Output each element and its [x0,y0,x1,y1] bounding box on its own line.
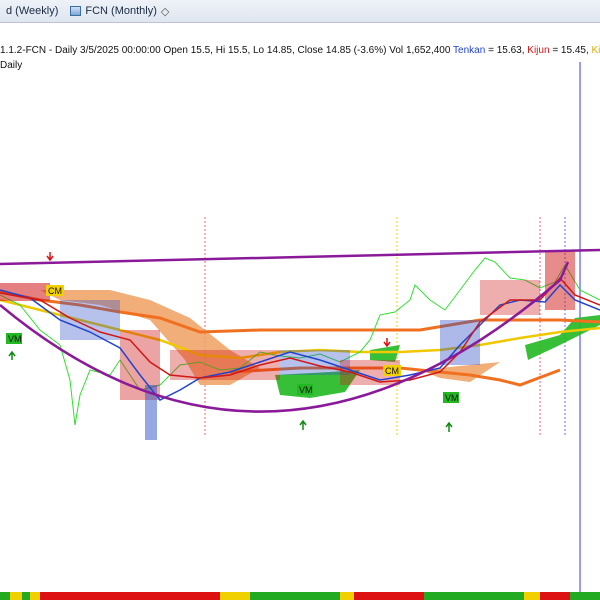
buy-arrow-icon [445,421,453,432]
low-value: 14.85 [266,45,292,56]
tab-bar: d (Weekly) FCN (Monthly) ◇ [0,0,600,23]
open-label: Open [163,45,188,56]
trend-color-strip [0,592,600,600]
close-label: Close [297,45,324,56]
color-strip-segment [0,592,10,600]
vol-label: Vol [389,45,404,56]
color-strip-segment [40,592,220,600]
datetime: 3/5/2025 00:00:00 [80,45,161,56]
color-strip-segment [250,592,340,600]
series-id: 1.1.2-FCN [0,45,47,56]
color-strip-segment [30,592,40,600]
high-value: 15.5 [227,45,248,56]
tenkan-label: Tenkan [453,45,486,56]
sell-arrow-icon [46,252,54,262]
cm-marker-label: CM [385,366,399,376]
color-strip-segment [540,592,570,600]
buy-arrow-icon [299,419,307,430]
tab-weekly[interactable]: d (Weekly) [0,0,64,22]
kijun-label: Kijun [527,45,550,56]
vm-marker-label: VM [299,385,313,395]
open-value: 15.5 [190,45,211,56]
sell-arrow-icon [383,338,391,348]
color-strip-segment [220,592,250,600]
change-value: (-3.6%) [353,45,387,56]
price-chart[interactable]: CM CM VM VM VM [0,62,600,592]
color-strip-segment [22,592,30,600]
color-strip-segment [354,592,424,600]
kumo-bull-cloud [370,345,400,362]
tenkan-value: = 15.63, [488,45,525,56]
tab-monthly[interactable]: FCN (Monthly) ◇ [64,0,175,22]
pin-icon[interactable]: ◇ [161,5,169,18]
vm-marker-label: VM [8,334,22,344]
color-strip-segment [424,592,524,600]
chart-window-icon [70,6,82,16]
tab-label: d (Weekly) [6,5,59,17]
color-strip-segment [570,592,600,600]
color-strip-segment [524,592,540,600]
kijun-cut-label: Kiju [591,45,600,56]
resistance-trend-line [0,248,600,266]
close-value: 14.85 [325,45,351,56]
cm-marker-label: CM [48,286,62,296]
high-label: Hi [215,45,226,56]
tab-label: FCN (Monthly) [85,5,157,17]
color-strip-segment [10,592,22,600]
buy-arrow-icon [8,350,16,360]
kijun-value: = 15.45, [552,45,589,56]
vol-value: 1,652,400 [405,45,451,56]
period: Daily [55,45,78,56]
vm-marker-label: VM [445,393,459,403]
ohlc-info-bar: 1.1.2-FCN - Daily 3/5/2025 00:00:00 Open… [0,43,600,59]
low-label: Lo [253,45,265,56]
color-strip-segment [340,592,354,600]
